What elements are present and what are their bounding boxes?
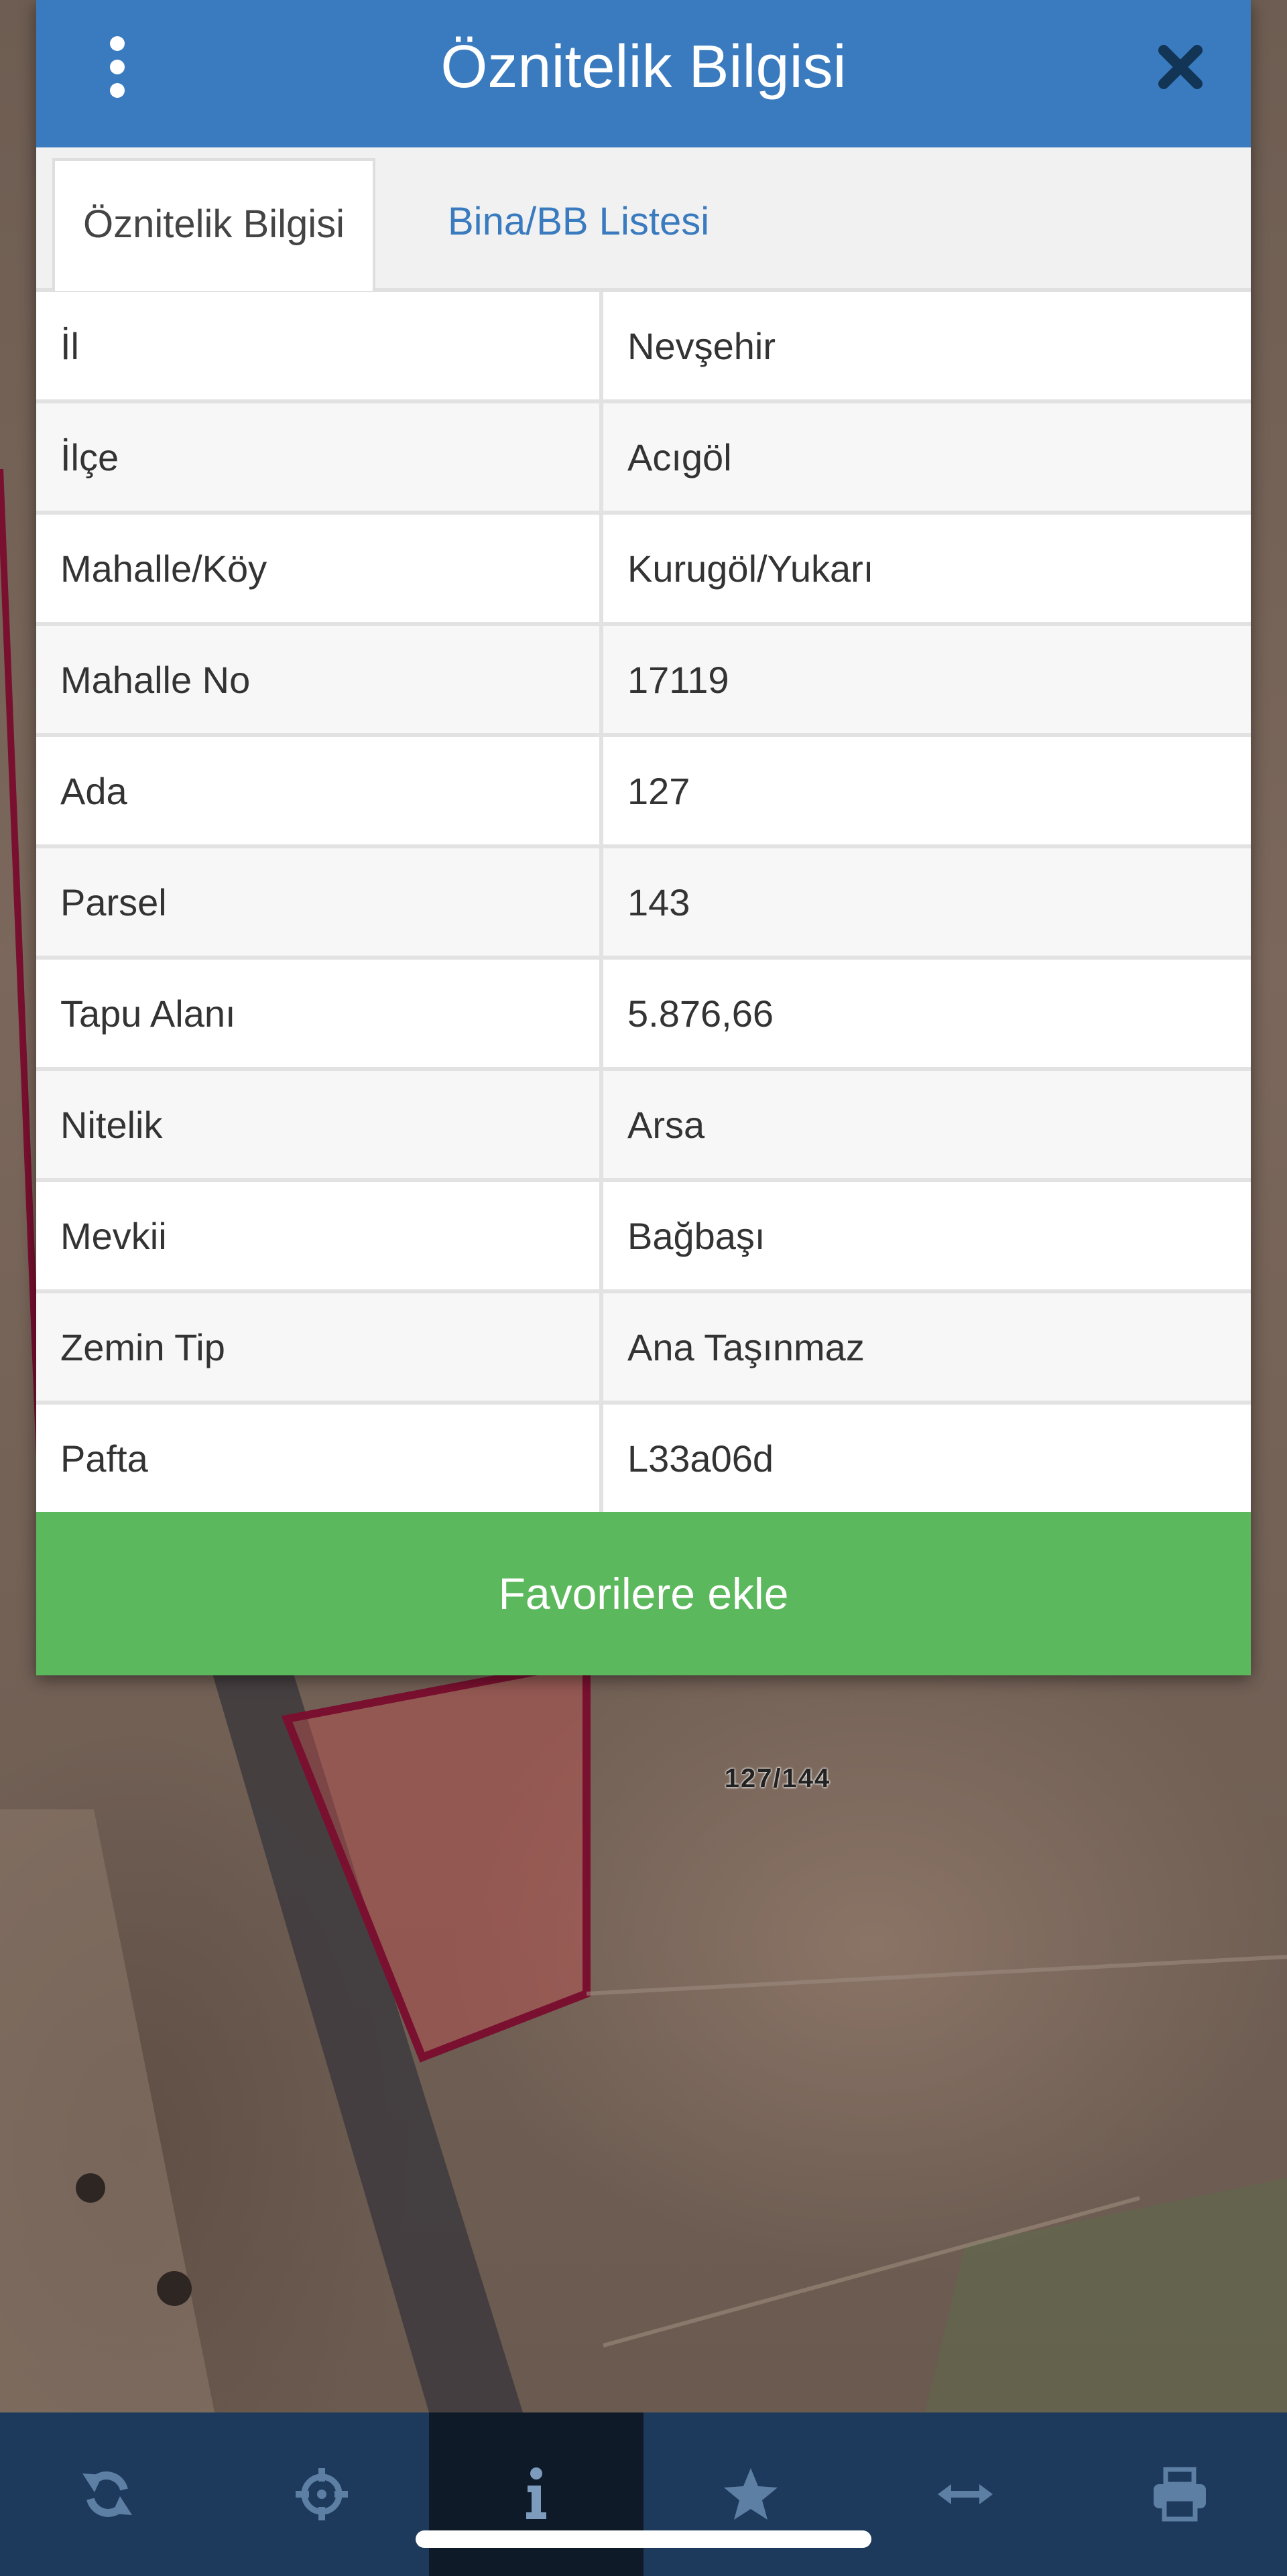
table-row: İl Nevşehir	[36, 292, 1251, 403]
attribute-value: Nevşehir	[599, 292, 1251, 403]
tab-attribute-info[interactable]: Öznitelik Bilgisi	[52, 158, 375, 291]
attribute-key: Mevkii	[36, 1178, 603, 1293]
attribute-value: 17119	[599, 622, 1251, 737]
crosshair-icon	[296, 2468, 348, 2520]
attribute-key: Ada	[36, 733, 603, 848]
print-button[interactable]	[1072, 2412, 1287, 2576]
attribute-key: Mahalle No	[36, 622, 603, 737]
attribute-value: 5.876,66	[599, 956, 1251, 1071]
attribute-value: 127	[599, 733, 1251, 848]
table-row: İlçe Acıgöl	[36, 399, 1251, 515]
home-indicator	[416, 2530, 871, 2548]
dialog-header: Öznitelik Bilgisi	[36, 0, 1251, 147]
table-row: Zemin Tip Ana Taşınmaz	[36, 1289, 1251, 1405]
attribute-value: Arsa	[599, 1067, 1251, 1182]
measure-arrows-icon	[938, 2484, 993, 2504]
star-icon	[724, 2468, 778, 2520]
attribute-value: Acıgöl	[599, 399, 1251, 515]
info-icon	[526, 2467, 546, 2519]
refresh-icon	[82, 2471, 132, 2517]
attribute-dialog: Öznitelik Bilgisi Öznitelik Bilgisi Bina…	[36, 0, 1251, 1675]
table-row: Tapu Alanı 5.876,66	[36, 956, 1251, 1071]
table-row: Mahalle No 17119	[36, 622, 1251, 737]
attribute-table: İl Nevşehir İlçe Acıgöl Mahalle/Köy Kurugöl/Y…	[36, 292, 1251, 1516]
dialog-title: Öznitelik Bilgisi	[440, 34, 847, 101]
attribute-key: Nitelik	[36, 1067, 603, 1182]
attribute-value: 143	[599, 844, 1251, 960]
table-row: Nitelik Arsa	[36, 1067, 1251, 1182]
info-button[interactable]	[429, 2412, 644, 2576]
attribute-key: Pafta	[36, 1401, 603, 1516]
attribute-value: Bağbaşı	[599, 1178, 1251, 1293]
attribute-key: İlçe	[36, 399, 603, 515]
attribute-key: Zemin Tip	[36, 1289, 603, 1405]
parcel-number-label: 127/144	[724, 1764, 831, 1793]
attribute-value: Ana Taşınmaz	[599, 1289, 1251, 1405]
attribute-key: Mahalle/Köy	[36, 511, 603, 626]
attribute-key: Parsel	[36, 844, 603, 960]
table-row: Parsel 143	[36, 844, 1251, 960]
table-row: Mahalle/Köy Kurugöl/Yukarı	[36, 511, 1251, 626]
favorites-button[interactable]	[644, 2412, 858, 2576]
print-icon	[1154, 2467, 1206, 2522]
add-to-favorites-button[interactable]: Favorilere ekle	[36, 1512, 1251, 1675]
refresh-button[interactable]	[0, 2412, 214, 2576]
tab-building-list[interactable]: Bina/BB Listesi	[420, 158, 737, 288]
measure-button[interactable]	[858, 2412, 1072, 2576]
attribute-key: Tapu Alanı	[36, 956, 603, 1071]
attribute-key: İl	[36, 292, 603, 403]
table-row: Pafta L33a06d	[36, 1401, 1251, 1516]
dialog-tabs: Öznitelik Bilgisi Bina/BB Listesi	[36, 147, 1251, 292]
close-icon[interactable]	[1150, 37, 1211, 97]
locate-button[interactable]	[214, 2412, 429, 2576]
attribute-value: Kurugöl/Yukarı	[599, 511, 1251, 626]
table-row: Ada 127	[36, 733, 1251, 848]
attribute-value: L33a06d	[599, 1401, 1251, 1516]
bottom-toolbar	[0, 2412, 1287, 2576]
table-row: Mevkii Bağbaşı	[36, 1178, 1251, 1293]
